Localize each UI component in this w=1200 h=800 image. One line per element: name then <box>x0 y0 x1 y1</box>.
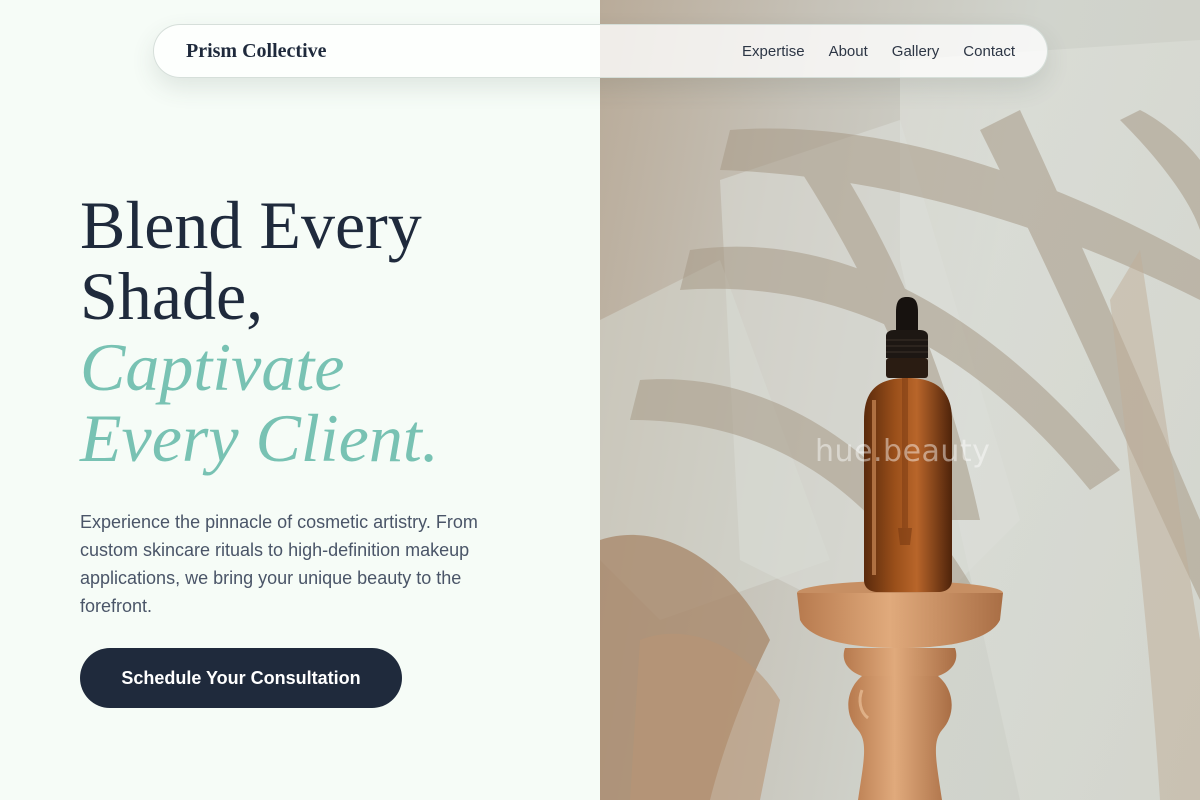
hero-image: hue.beauty <box>600 0 1200 800</box>
top-navbar: Prism Collective Expertise About Gallery… <box>153 24 1048 78</box>
hero-description: Experience the pinnacle of cosmetic arti… <box>80 512 478 616</box>
watermark-text: hue.beauty <box>815 434 991 469</box>
headline-accent-line-1: Captivate <box>80 329 345 405</box>
schedule-consultation-button[interactable]: Schedule Your Consultation <box>80 648 402 708</box>
product-photo <box>600 40 1200 800</box>
headline-line-1: Blend Every <box>80 187 422 263</box>
hero-section: Blend Every Shade, Captivate Every Clien… <box>80 190 560 620</box>
nav-links: Expertise About Gallery Contact <box>742 43 1015 60</box>
nav-link-expertise[interactable]: Expertise <box>742 43 805 60</box>
headline-line-2: Shade, <box>80 258 264 334</box>
hero-headline: Blend Every Shade, Captivate Every Clien… <box>80 190 560 474</box>
nav-link-contact[interactable]: Contact <box>963 43 1015 60</box>
brand-logo[interactable]: Prism Collective <box>186 40 327 63</box>
headline-accent-line-2: Every Client. <box>80 400 439 476</box>
nav-link-about[interactable]: About <box>829 43 868 60</box>
nav-link-gallery[interactable]: Gallery <box>892 43 940 60</box>
